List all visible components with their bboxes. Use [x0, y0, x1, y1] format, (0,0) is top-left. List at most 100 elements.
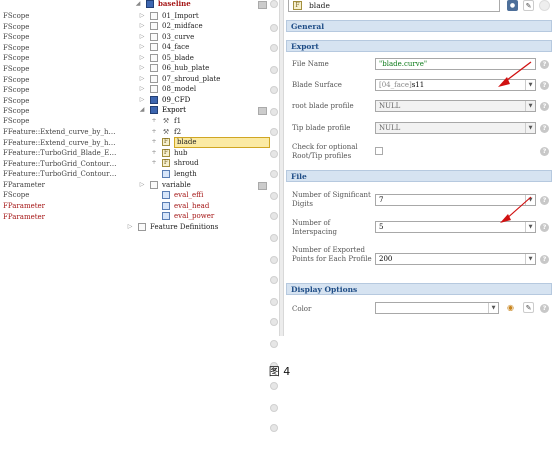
tree-item[interactable]: ▷ 04_face	[134, 42, 278, 94]
chevron-right-icon[interactable]: ▷	[138, 180, 146, 191]
chevron-down-icon[interactable]: ▼	[525, 254, 535, 264]
chevron-right-icon[interactable]: ▷	[138, 95, 146, 106]
blade-surface-label: Blade Surface	[292, 81, 342, 89]
visibility-toggle[interactable]	[270, 318, 278, 326]
visibility-toggle[interactable]	[270, 382, 278, 390]
type-cell: FScope	[3, 117, 30, 125]
tree-item[interactable]: ◢ Export	[134, 105, 278, 220]
help-icon[interactable]: ?	[540, 304, 549, 313]
section-general[interactable]: General	[286, 20, 552, 32]
tree-item[interactable]: ▷ 09_CFD	[134, 95, 278, 200]
chevron-right-icon[interactable]: ▷	[138, 53, 146, 64]
chevron-right-icon[interactable]: ▷	[138, 21, 146, 32]
object-header: F blade	[288, 0, 500, 12]
help-icon[interactable]: ?	[540, 147, 549, 156]
expand-icon[interactable]: +	[150, 116, 158, 127]
visibility-toggle[interactable]	[270, 276, 278, 284]
section-file[interactable]: File	[286, 170, 552, 182]
section-display-options[interactable]: Display Options	[286, 283, 552, 295]
visibility-toggle[interactable]	[270, 234, 278, 242]
chevron-down-icon[interactable]: ▼	[525, 123, 535, 133]
type-cell: FFeature::Extend_curve_by_h…	[3, 139, 116, 147]
edit-icon[interactable]: ✎	[523, 0, 534, 11]
tree-item[interactable]: ▷ 08_model	[134, 84, 278, 178]
tree-item[interactable]: ▷ variable	[134, 180, 278, 370]
visibility-toggle[interactable]	[270, 66, 278, 74]
chevron-right-icon[interactable]: ▷	[138, 84, 146, 95]
visibility-toggle[interactable]	[270, 170, 278, 178]
tree-item[interactable]: ▷ 07_shroud_plate	[134, 74, 278, 158]
tree-item[interactable]: eval_head	[134, 201, 278, 412]
tree-item[interactable]: ▷ 06_hub_plate	[134, 63, 278, 136]
help-icon[interactable]: ?	[540, 255, 549, 264]
expand-icon[interactable]: +	[150, 137, 158, 148]
tree-item[interactable]: eval_effi	[134, 190, 278, 390]
type-cell: FScope	[3, 12, 30, 20]
chevron-right-icon[interactable]: ▷	[126, 222, 134, 233]
visibility-toggle[interactable]	[270, 340, 278, 348]
color-select[interactable]: ▼	[375, 302, 499, 314]
tip-profile-select[interactable]: NULL ▼	[375, 122, 536, 134]
parameter-icon	[162, 170, 170, 179]
exported-points-input[interactable]: 200 ▼	[375, 253, 536, 265]
help-icon[interactable]: ?	[540, 196, 549, 205]
visibility-toggle[interactable]	[270, 150, 278, 158]
tree-item[interactable]: + Fshroud	[134, 158, 278, 326]
check-optional-checkbox[interactable]	[375, 147, 383, 155]
chevron-right-icon[interactable]: ▷	[138, 42, 146, 53]
tree-item[interactable]: eval_power	[134, 211, 278, 432]
help-icon[interactable]: ?	[540, 81, 549, 90]
document-icon	[138, 223, 146, 232]
tree-item[interactable]: + ⚒ f2	[134, 127, 278, 264]
visibility-toggle[interactable]	[270, 404, 278, 412]
visibility-toggle[interactable]	[270, 192, 278, 200]
help-icon[interactable]: ?	[540, 124, 549, 133]
chevron-right-icon[interactable]: ◢	[138, 105, 146, 116]
tree-item-label: length	[174, 170, 197, 178]
tree-item[interactable]: + Fblade	[134, 137, 278, 284]
visibility-toggle[interactable]	[270, 108, 278, 116]
tree-item[interactable]: ▷ Feature Definitions	[128, 222, 268, 233]
chevron-right-icon[interactable]: ▷	[138, 32, 146, 43]
chevron-right-icon[interactable]: ▷	[138, 63, 146, 74]
tree-root[interactable]: ◢ baseline	[134, 0, 278, 10]
tree-item[interactable]: ▷ 03_curve	[134, 32, 278, 74]
chevron-down-icon[interactable]: ▼	[488, 303, 498, 313]
tree-item[interactable]: + Fhub	[134, 148, 278, 306]
visibility-toggle[interactable]	[270, 44, 278, 52]
visibility-toggle[interactable]	[270, 424, 278, 432]
tree-item[interactable]: + ⚒ f1	[134, 116, 278, 242]
root-profile-select[interactable]: NULL ▼	[375, 100, 536, 112]
chevron-right-icon[interactable]: ◢	[134, 0, 142, 10]
visibility-toggle[interactable]	[270, 86, 278, 94]
visibility-toggle[interactable]	[270, 0, 278, 8]
significant-digits-value: 7	[379, 196, 384, 204]
expand-icon[interactable]: +	[150, 148, 158, 159]
visibility-toggle[interactable]	[270, 212, 278, 220]
help-icon[interactable]: ?	[540, 102, 549, 111]
tree-item[interactable]: length	[134, 169, 278, 348]
scope-menu-icon[interactable]	[258, 182, 267, 190]
chevron-down-icon[interactable]: ▼	[525, 101, 535, 111]
chevron-right-icon[interactable]: ▷	[138, 11, 146, 22]
tree-item[interactable]: ▷ 02_midface	[134, 21, 278, 52]
expand-icon[interactable]: +	[150, 158, 158, 169]
section-export[interactable]: Export	[286, 40, 552, 52]
chevron-right-icon[interactable]: ▷	[138, 74, 146, 85]
tree-item[interactable]: ▷ 01_Import	[134, 11, 278, 32]
visibility-toggle[interactable]	[270, 298, 278, 306]
visibility-toggle[interactable]	[270, 128, 278, 136]
tree-item[interactable]: ▷ 05_blade	[134, 53, 278, 116]
view-icon[interactable]: ●	[507, 0, 518, 11]
wrench-icon: ⚒	[162, 128, 170, 137]
tree-item-label: variable	[162, 181, 191, 189]
scope-menu-icon[interactable]	[258, 107, 267, 115]
help-icon[interactable]: ?	[540, 223, 549, 232]
help-icon[interactable]: ?	[540, 60, 549, 69]
expand-icon[interactable]: +	[150, 127, 158, 138]
visibility-toggle[interactable]	[270, 256, 278, 264]
visibility-toggle[interactable]	[270, 24, 278, 32]
color-picker-icon[interactable]: ◉	[505, 302, 516, 313]
scope-menu-icon[interactable]	[258, 1, 267, 9]
edit-icon[interactable]: ✎	[523, 302, 534, 313]
